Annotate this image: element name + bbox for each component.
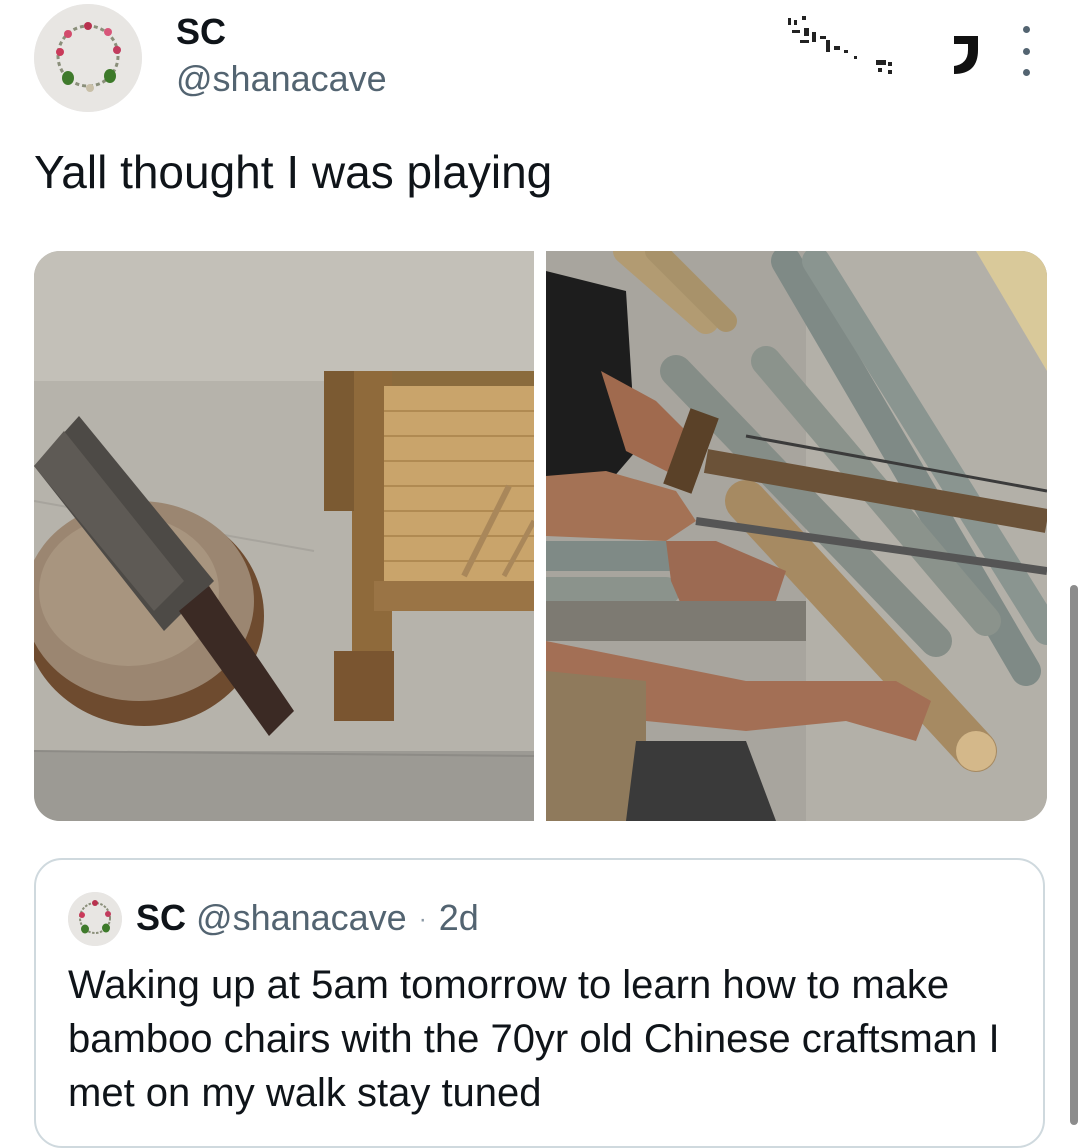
quoted-header: SC @shanacave · 2d xyxy=(136,896,479,942)
bamboo-chair-and-knife-photo[interactable] xyxy=(34,251,534,821)
quoted-tweet-text: Waking up at 5am tomorrow to learn how t… xyxy=(68,963,1000,1115)
more-dots-icon xyxy=(1022,26,1030,33)
more-options-button[interactable] xyxy=(1008,26,1044,76)
quoted-timestamp[interactable]: 2d xyxy=(439,897,479,938)
more-dot xyxy=(1022,47,1030,55)
image-artifact-icon xyxy=(788,16,892,74)
quoted-tweet[interactable]: SC @shanacave · 2d Waking up at 5am tomo… xyxy=(34,858,1045,1148)
tweet-media[interactable] xyxy=(34,251,1047,821)
tweet-text: Yall thought I was playing xyxy=(34,146,553,198)
author-display-name[interactable]: SC xyxy=(176,12,226,52)
sawing-bamboo-photo[interactable] xyxy=(546,251,1047,821)
quoted-separator: · xyxy=(418,906,427,934)
bracelet-avatar-icon xyxy=(68,892,122,946)
author-avatar[interactable] xyxy=(34,4,142,112)
quoted-author-avatar[interactable] xyxy=(68,892,122,946)
page-scrollbar[interactable] xyxy=(1070,585,1078,1125)
quoted-author-name[interactable]: SC xyxy=(136,897,186,938)
more-dot xyxy=(1022,69,1030,76)
quoted-author-handle[interactable]: @shanacave xyxy=(196,897,407,938)
bookmark-icon[interactable] xyxy=(948,32,982,78)
author-handle[interactable]: @shanacave xyxy=(176,58,387,100)
bracelet-avatar-icon xyxy=(34,4,142,112)
